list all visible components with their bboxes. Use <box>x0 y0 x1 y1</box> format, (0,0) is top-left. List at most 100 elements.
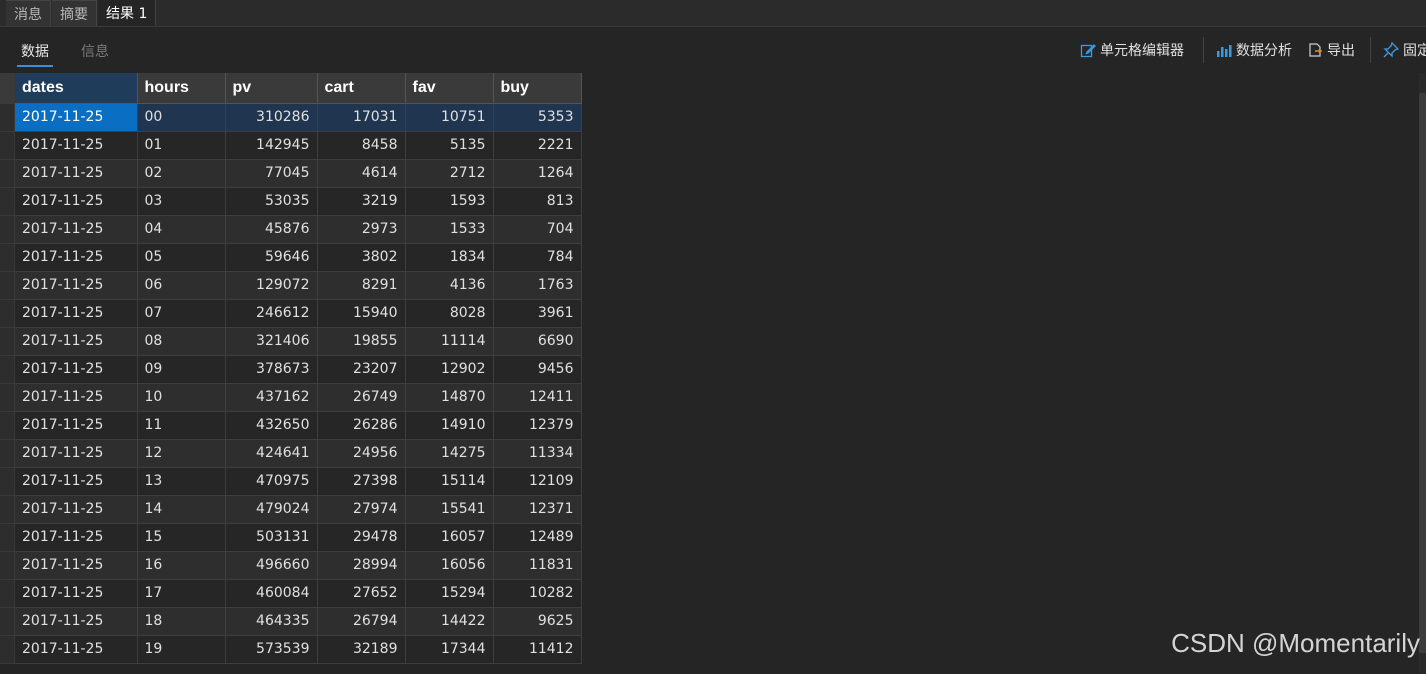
cell-buy[interactable]: 784 <box>493 243 582 272</box>
table-row[interactable]: 2017-11-25 00 310286 17031 10751 5353 <box>15 103 582 132</box>
row-selector[interactable] <box>0 440 15 468</box>
cell-hours[interactable]: 15 <box>137 523 226 552</box>
cell-fav[interactable]: 16057 <box>405 523 494 552</box>
row-selector[interactable] <box>0 608 15 636</box>
cell-buy[interactable]: 813 <box>493 187 582 216</box>
cell-hours[interactable]: 00 <box>137 103 226 132</box>
cell-pv[interactable]: 310286 <box>225 103 318 132</box>
row-selector[interactable] <box>0 216 15 244</box>
cell-hours[interactable]: 10 <box>137 383 226 412</box>
cell-hours[interactable]: 04 <box>137 215 226 244</box>
cell-dates[interactable]: 2017-11-25 <box>15 271 138 300</box>
cell-cart[interactable]: 27398 <box>317 467 406 496</box>
cell-pv[interactable]: 503131 <box>225 523 318 552</box>
result-grid[interactable]: dates hours pv cart fav buy 2017-11-25 00 31028… <box>0 73 1426 674</box>
cell-cart[interactable]: 17031 <box>317 103 406 132</box>
row-selector[interactable] <box>0 300 15 328</box>
cell-buy[interactable]: 11412 <box>493 635 582 664</box>
cell-pv[interactable]: 77045 <box>225 159 318 188</box>
cell-buy[interactable]: 12371 <box>493 495 582 524</box>
table-row[interactable]: 2017-11-25 06 129072 8291 4136 1763 <box>15 271 582 300</box>
cell-buy[interactable]: 12379 <box>493 411 582 440</box>
row-selector[interactable] <box>0 188 15 216</box>
cell-dates[interactable]: 2017-11-25 <box>15 355 138 384</box>
cell-pv[interactable]: 246612 <box>225 299 318 328</box>
cell-hours[interactable]: 09 <box>137 355 226 384</box>
cell-dates[interactable]: 2017-11-25 <box>15 159 138 188</box>
cell-hours[interactable]: 14 <box>137 495 226 524</box>
cell-fav[interactable]: 4136 <box>405 271 494 300</box>
scrollbar-thumb[interactable] <box>1419 93 1426 653</box>
table-row[interactable]: 2017-11-25 13 470975 27398 15114 12109 <box>15 467 582 496</box>
cell-fav[interactable]: 14275 <box>405 439 494 468</box>
cell-cart[interactable]: 24956 <box>317 439 406 468</box>
pin-button[interactable]: 固定 <box>1383 40 1426 60</box>
cell-buy[interactable]: 10282 <box>493 579 582 608</box>
cell-pv[interactable]: 378673 <box>225 355 318 384</box>
row-selector[interactable] <box>0 272 15 300</box>
cell-hours[interactable]: 17 <box>137 579 226 608</box>
cell-pv[interactable]: 59646 <box>225 243 318 272</box>
export-button[interactable]: 导出 <box>1307 40 1355 60</box>
cell-dates[interactable]: 2017-11-25 <box>15 635 138 664</box>
cell-fav[interactable]: 1533 <box>405 215 494 244</box>
cell-buy[interactable]: 6690 <box>493 327 582 356</box>
cell-dates[interactable]: 2017-11-25 <box>15 103 138 132</box>
cell-dates[interactable]: 2017-11-25 <box>15 299 138 328</box>
cell-cart[interactable]: 29478 <box>317 523 406 552</box>
data-analysis-button[interactable]: 数据分析 <box>1216 40 1292 60</box>
cell-hours[interactable]: 19 <box>137 635 226 664</box>
vertical-scrollbar[interactable] <box>1419 73 1426 674</box>
cell-hours[interactable]: 12 <box>137 439 226 468</box>
cell-pv[interactable]: 460084 <box>225 579 318 608</box>
tab-summary[interactable]: 摘要 <box>52 0 97 26</box>
cell-buy[interactable]: 12109 <box>493 467 582 496</box>
cell-hours[interactable]: 18 <box>137 607 226 636</box>
cell-dates[interactable]: 2017-11-25 <box>15 243 138 272</box>
cell-hours[interactable]: 05 <box>137 243 226 272</box>
cell-pv[interactable]: 573539 <box>225 635 318 664</box>
cell-dates[interactable]: 2017-11-25 <box>15 439 138 468</box>
cell-pv[interactable]: 470975 <box>225 467 318 496</box>
cell-fav[interactable]: 15541 <box>405 495 494 524</box>
cell-dates[interactable]: 2017-11-25 <box>15 523 138 552</box>
cell-buy[interactable]: 9456 <box>493 355 582 384</box>
table-row[interactable]: 2017-11-25 14 479024 27974 15541 12371 <box>15 495 582 524</box>
table-row[interactable]: 2017-11-25 18 464335 26794 14422 9625 <box>15 607 582 636</box>
cell-dates[interactable]: 2017-11-25 <box>15 467 138 496</box>
cell-fav[interactable]: 14422 <box>405 607 494 636</box>
cell-pv[interactable]: 129072 <box>225 271 318 300</box>
row-selector[interactable] <box>0 160 15 188</box>
cell-pv[interactable]: 437162 <box>225 383 318 412</box>
cell-buy[interactable]: 704 <box>493 215 582 244</box>
table-row[interactable]: 2017-11-25 02 77045 4614 2712 1264 <box>15 159 582 188</box>
row-selector[interactable] <box>0 328 15 356</box>
cell-cart[interactable]: 4614 <box>317 159 406 188</box>
row-selector[interactable] <box>0 552 15 580</box>
cell-pv[interactable]: 45876 <box>225 215 318 244</box>
row-selector[interactable] <box>0 580 15 608</box>
cell-fav[interactable]: 2712 <box>405 159 494 188</box>
table-row[interactable]: 2017-11-25 10 437162 26749 14870 12411 <box>15 383 582 412</box>
tab-messages[interactable]: 消息 <box>6 0 51 26</box>
cell-fav[interactable]: 10751 <box>405 103 494 132</box>
row-selector[interactable] <box>0 496 15 524</box>
cell-pv[interactable]: 142945 <box>225 131 318 160</box>
cell-fav[interactable]: 12902 <box>405 355 494 384</box>
cell-fav[interactable]: 1834 <box>405 243 494 272</box>
table-row[interactable]: 2017-11-25 08 321406 19855 11114 6690 <box>15 327 582 356</box>
cell-buy[interactable]: 3961 <box>493 299 582 328</box>
table-row[interactable]: 2017-11-25 07 246612 15940 8028 3961 <box>15 299 582 328</box>
cell-hours[interactable]: 07 <box>137 299 226 328</box>
column-header-fav[interactable]: fav <box>405 73 494 104</box>
column-header-cart[interactable]: cart <box>317 73 406 104</box>
cell-hours[interactable]: 16 <box>137 551 226 580</box>
tab-result-1[interactable]: 结果 1 <box>98 0 157 26</box>
row-selector[interactable] <box>0 384 15 412</box>
cell-fav[interactable]: 14870 <box>405 383 494 412</box>
table-row[interactable]: 2017-11-25 16 496660 28994 16056 11831 <box>15 551 582 580</box>
cell-hours[interactable]: 11 <box>137 411 226 440</box>
cell-buy[interactable]: 12411 <box>493 383 582 412</box>
table-row[interactable]: 2017-11-25 19 573539 32189 17344 11412 <box>15 635 582 664</box>
cell-dates[interactable]: 2017-11-25 <box>15 495 138 524</box>
